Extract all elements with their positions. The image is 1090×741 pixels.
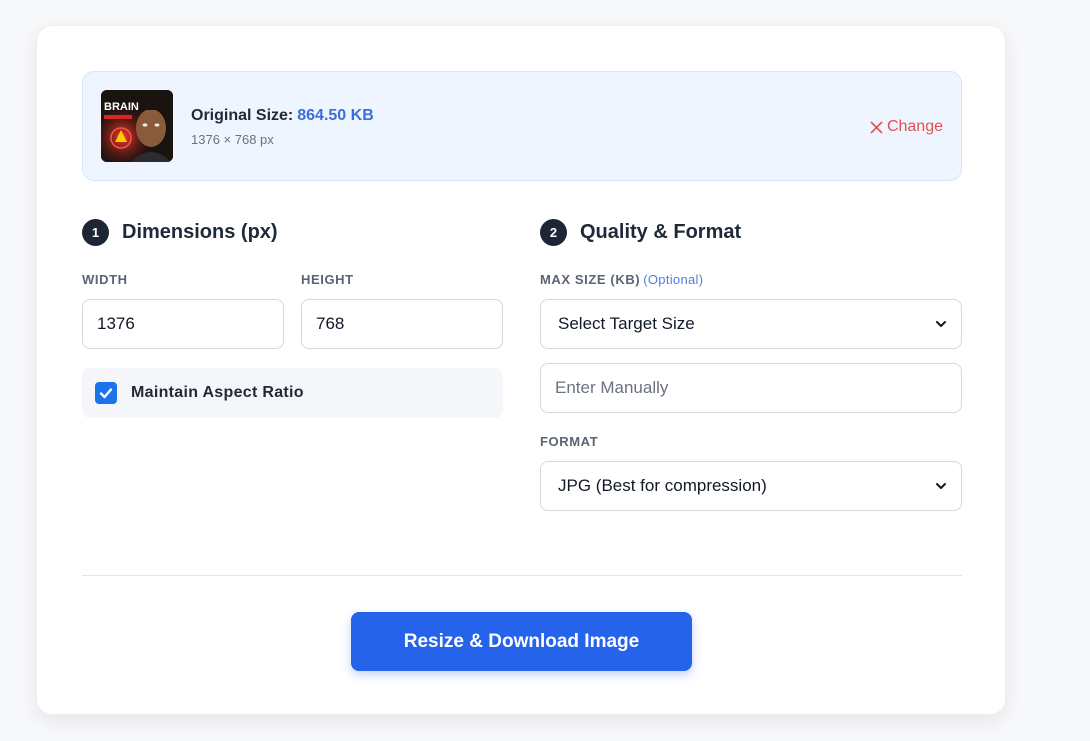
height-input[interactable]	[301, 299, 503, 349]
chevron-down-icon	[936, 321, 946, 327]
quality-heading: 2 Quality & Format	[540, 219, 741, 246]
height-label: HEIGHT	[301, 272, 354, 287]
dimensions-title: Dimensions (px)	[122, 221, 278, 243]
close-icon	[870, 121, 883, 133]
thumbnail-text: BRAIN	[104, 101, 139, 113]
maintain-aspect-ratio-toggle[interactable]: Maintain Aspect Ratio	[82, 368, 503, 418]
step-badge-2: 2	[540, 219, 567, 246]
aspect-ratio-label: Maintain Aspect Ratio	[131, 384, 304, 401]
format-selected: JPG (Best for compression)	[558, 476, 767, 495]
format-select[interactable]: JPG (Best for compression)	[540, 461, 962, 511]
aspect-ratio-checkbox[interactable]	[95, 382, 117, 404]
change-image-button[interactable]: Change	[870, 118, 943, 136]
divider	[82, 575, 962, 576]
width-label: WIDTH	[82, 272, 128, 287]
change-label: Change	[886, 118, 943, 135]
image-dimensions-text: 1376 × 768 px	[191, 132, 274, 147]
format-label: FORMAT	[540, 434, 599, 449]
file-info-banner: BRAIN Original Size: 864.50 KB 1376 × 768…	[82, 71, 962, 181]
original-size-label: Original Size:	[191, 107, 294, 124]
max-size-label-text: MAX SIZE (KB)	[540, 272, 641, 287]
width-input[interactable]	[82, 299, 284, 349]
manual-size-input[interactable]	[540, 363, 962, 413]
image-thumbnail: BRAIN	[101, 90, 173, 162]
original-size-line: Original Size: 864.50 KB	[191, 107, 374, 125]
target-size-select[interactable]: Select Target Size	[540, 299, 962, 349]
chevron-down-icon	[936, 483, 946, 489]
checkmark-icon	[99, 388, 113, 399]
resize-download-button[interactable]: Resize & Download Image	[351, 612, 692, 671]
target-size-selected: Select Target Size	[558, 314, 695, 333]
optional-hint: (Optional)	[643, 272, 704, 287]
resize-card: BRAIN Original Size: 864.50 KB 1376 × 768…	[36, 25, 1006, 715]
dimensions-heading: 1 Dimensions (px)	[82, 219, 278, 246]
original-size-value: 864.50 KB	[297, 107, 374, 124]
max-size-label: MAX SIZE (KB) (Optional)	[540, 272, 703, 287]
quality-title: Quality & Format	[580, 221, 742, 243]
step-badge-1: 1	[82, 219, 109, 246]
